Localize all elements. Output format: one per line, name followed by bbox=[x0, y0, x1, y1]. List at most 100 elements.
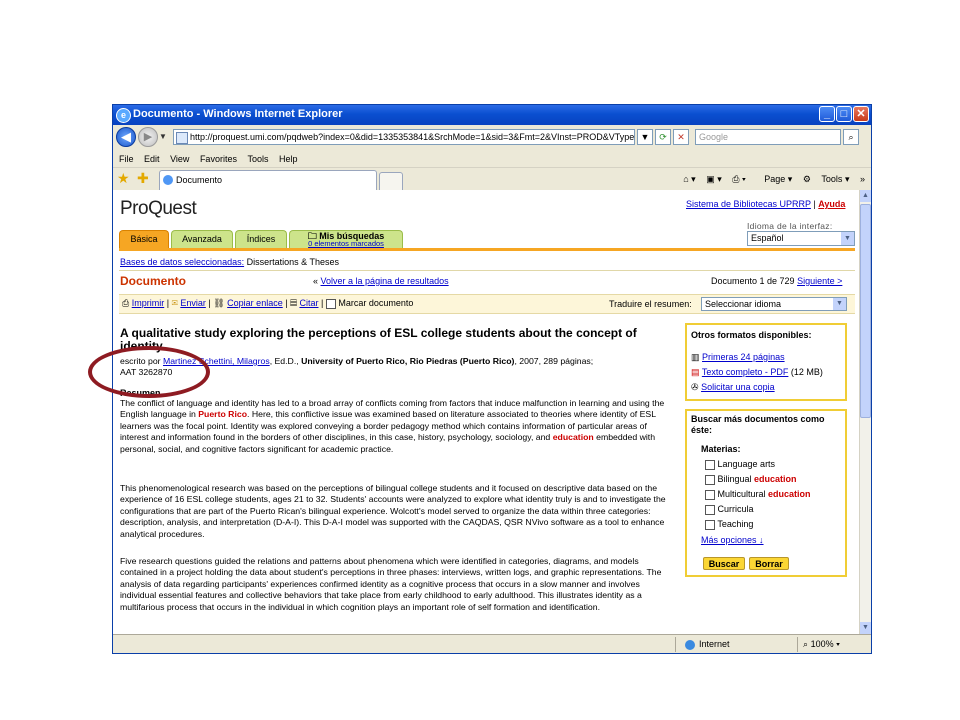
library-link[interactable]: Sistema de Bibliotecas UPRRP bbox=[686, 199, 811, 209]
translate-value: Seleccionar idioma bbox=[705, 299, 782, 309]
subject-checkbox[interactable] bbox=[705, 459, 715, 470]
subject-checkbox[interactable] bbox=[705, 504, 715, 515]
page-icon bbox=[176, 132, 188, 144]
subject-text: Multicultural bbox=[717, 489, 769, 499]
mark-document-label: Marcar documento bbox=[338, 298, 414, 308]
zone-label: Internet bbox=[699, 639, 730, 649]
more-like-this-box: Buscar más documentos como éste: Materia… bbox=[685, 409, 847, 577]
zoom-icon: ⌕ bbox=[803, 639, 809, 649]
tab-basica[interactable]: Básica bbox=[119, 230, 169, 248]
status-divider bbox=[797, 637, 798, 652]
menu-view[interactable]: View bbox=[170, 154, 189, 164]
subject-text: Bilingual bbox=[717, 474, 755, 484]
menu-edit[interactable]: Edit bbox=[144, 154, 160, 164]
mark-document-checkbox[interactable] bbox=[325, 298, 336, 309]
subject-row-1: Language arts bbox=[705, 459, 775, 470]
abstract-paragraph-1: The conflict of language and identity ha… bbox=[120, 398, 668, 455]
chevron-down-icon: ▼ bbox=[833, 298, 846, 310]
subject-checkbox[interactable] bbox=[705, 489, 715, 500]
tab-mis-busquedas[interactable]: 🗀 Mis búsquedas 0 elementos marcados bbox=[289, 230, 403, 248]
menu-tools[interactable]: Tools bbox=[247, 154, 268, 164]
more-heading: Buscar más documentos como éste: bbox=[691, 414, 825, 435]
translate-select[interactable]: Seleccionar idioma ▼ bbox=[701, 297, 847, 311]
subject-text: Teaching bbox=[717, 519, 754, 529]
recent-pages-dropdown-icon[interactable]: ▼ bbox=[159, 132, 167, 141]
marked-items-link[interactable]: 0 elementos marcados bbox=[290, 240, 402, 248]
top-links-sep: | bbox=[813, 199, 816, 209]
first-pages-link[interactable]: Primeras 24 páginas bbox=[702, 352, 785, 362]
toolbar-sep-2: | bbox=[208, 298, 211, 308]
print-link[interactable]: Imprimir bbox=[132, 298, 165, 308]
section-title: Documento bbox=[120, 274, 186, 288]
new-tab-button[interactable] bbox=[379, 172, 403, 191]
next-link[interactable]: Siguiente > bbox=[797, 276, 842, 286]
stop-icon[interactable]: ✕ bbox=[673, 129, 689, 145]
tab-documento[interactable]: Documento bbox=[159, 170, 377, 190]
document-counter: Documento 1 de 729 Siguiente > bbox=[711, 276, 842, 286]
institution: University of Puerto Rico, Rio Piedras (… bbox=[301, 356, 515, 366]
maximize-button[interactable]: □ bbox=[836, 106, 852, 122]
scroll-thumb[interactable] bbox=[860, 204, 871, 418]
search-button[interactable]: Buscar bbox=[703, 557, 745, 570]
divider bbox=[119, 270, 855, 271]
selected-databases-link[interactable]: Bases de datos seleccionadas: bbox=[120, 257, 244, 267]
menu-favorites[interactable]: Favorites bbox=[200, 154, 237, 164]
menu-help[interactable]: Help bbox=[279, 154, 298, 164]
address-url: http://proquest.umi.com/pqdweb?index=0&d… bbox=[190, 132, 635, 142]
print-icon[interactable]: ⎙ ▾ bbox=[732, 174, 745, 184]
envelope-icon: ✉ bbox=[171, 298, 178, 308]
highlighted-term: Puerto Rico bbox=[198, 409, 248, 420]
request-copy-link[interactable]: Solicitar una copia bbox=[701, 382, 775, 392]
tab-label: Documento bbox=[176, 175, 223, 185]
subject-checkbox[interactable] bbox=[705, 519, 715, 530]
subjects-label: Materias: bbox=[701, 444, 741, 454]
clear-button[interactable]: Borrar bbox=[749, 557, 789, 570]
back-to-results-link[interactable]: Volver a la página de resultados bbox=[321, 276, 449, 286]
chevron-more-icon[interactable]: » bbox=[860, 174, 865, 184]
ie-logo-icon: e bbox=[116, 108, 131, 123]
other-formats-heading: Otros formatos disponibles: bbox=[691, 330, 812, 340]
title-bar: e Documento - Windows Internet Explorer … bbox=[113, 105, 871, 125]
tab-avanzada[interactable]: Avanzada bbox=[171, 230, 233, 248]
feeds-icon[interactable]: ▣ ▾ bbox=[706, 174, 722, 184]
other-formats-box: Otros formatos disponibles: ▥ Primeras 2… bbox=[685, 323, 847, 401]
selected-databases: Bases de datos seleccionadas: Dissertati… bbox=[120, 257, 339, 267]
address-row: ◀ ▶ ▼ http://proquest.umi.com/pqdweb?ind… bbox=[113, 125, 871, 151]
refresh-icon[interactable]: ⟳ bbox=[655, 129, 671, 145]
search-icon[interactable]: ⌕ bbox=[843, 129, 859, 145]
full-text-pdf-link[interactable]: Texto completo - PDF bbox=[702, 367, 789, 377]
add-favorite-icon[interactable]: ✚ bbox=[137, 171, 149, 185]
page-menu-label: Page bbox=[764, 174, 786, 184]
zoom-control[interactable]: ⌕ 100% ▾ bbox=[803, 635, 840, 653]
help-link[interactable]: Ayuda bbox=[818, 199, 845, 209]
pdf-icon: ▤ bbox=[691, 367, 700, 377]
more-options-link[interactable]: Más opciones ↓ bbox=[701, 535, 764, 545]
copy-link-link[interactable]: Copiar enlace bbox=[227, 298, 283, 308]
toolbar-sep-1: | bbox=[166, 298, 170, 308]
tab-row: ★ ✚ Documento ⌂ ▾ ▣ ▾ ⎙ ▾ Page ▾ ⚙ Tools… bbox=[113, 167, 871, 191]
subject-highlight: education bbox=[754, 474, 797, 484]
address-bar[interactable]: http://proquest.umi.com/pqdweb?index=0&d… bbox=[173, 129, 635, 145]
search-input[interactable]: Google bbox=[695, 129, 841, 145]
back-button[interactable]: ◀ bbox=[116, 127, 136, 147]
tools-menu[interactable]: ⚙ Tools ▾ bbox=[803, 174, 850, 184]
chain-link-icon: ⛓ bbox=[213, 298, 225, 308]
forward-button[interactable]: ▶ bbox=[138, 127, 158, 147]
cite-link[interactable]: Citar bbox=[299, 298, 318, 308]
scroll-down-icon[interactable]: ▼ bbox=[860, 622, 871, 634]
favorites-star-icon[interactable]: ★ bbox=[117, 171, 130, 185]
minimize-button[interactable]: _ bbox=[819, 106, 835, 122]
subject-checkbox[interactable] bbox=[705, 474, 715, 485]
page-menu[interactable]: Page ▾ bbox=[756, 174, 792, 184]
home-icon[interactable]: ⌂ ▾ bbox=[683, 174, 695, 184]
annotation-circle bbox=[88, 346, 210, 398]
vertical-scrollbar[interactable]: ▲ ▼ bbox=[859, 190, 871, 634]
close-button[interactable]: ✕ bbox=[853, 106, 869, 122]
interface-language-select[interactable]: Español ▼ bbox=[747, 231, 855, 246]
menu-file[interactable]: File bbox=[119, 154, 134, 164]
back-arrow: « bbox=[313, 276, 319, 286]
tab-indices[interactable]: Índices bbox=[235, 230, 287, 248]
send-link[interactable]: Enviar bbox=[180, 298, 206, 308]
scroll-up-icon[interactable]: ▲ bbox=[860, 190, 871, 202]
address-dropdown-icon[interactable]: ▼ bbox=[637, 129, 653, 145]
